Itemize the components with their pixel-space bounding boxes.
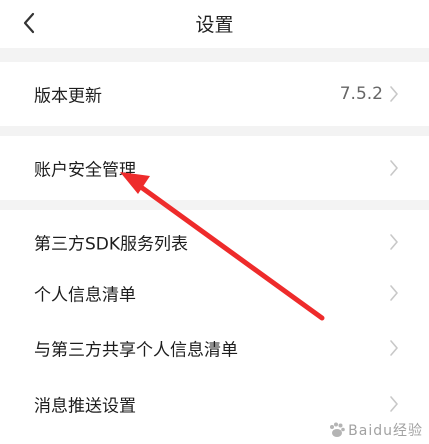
version-value: 7.5.2: [339, 84, 383, 104]
settings-item-shared-info-list[interactable]: 与第三方共享个人信息清单: [0, 316, 429, 380]
page-title: 设置: [195, 14, 234, 36]
section-gap: [0, 48, 429, 62]
chevron-right-icon: [390, 86, 398, 102]
settings-item-account-security[interactable]: 账户安全管理: [0, 136, 429, 200]
section-gap: [0, 126, 429, 136]
chevron-right-icon: [390, 340, 398, 356]
watermark: Baidu经验: [328, 420, 423, 440]
item-label: 个人信息清单: [34, 285, 136, 306]
item-label: 账户安全管理: [34, 160, 136, 181]
chevron-right-icon: [390, 160, 398, 176]
chevron-right-icon: [390, 396, 398, 412]
nav-header: 设置: [0, 0, 429, 48]
item-label: 与第三方共享个人信息清单: [34, 340, 238, 361]
settings-item-version-update[interactable]: 版本更新 7.5.2: [0, 62, 429, 126]
chevron-right-icon: [390, 285, 398, 301]
item-label: 版本更新: [34, 86, 102, 107]
item-label: 消息推送设置: [34, 396, 136, 417]
watermark-text: Baidu经验: [348, 423, 423, 439]
section-gap: [0, 200, 429, 210]
item-label: 第三方SDK服务列表: [34, 234, 189, 255]
paw-logo-icon: [330, 422, 345, 437]
chevron-right-icon: [390, 234, 398, 250]
